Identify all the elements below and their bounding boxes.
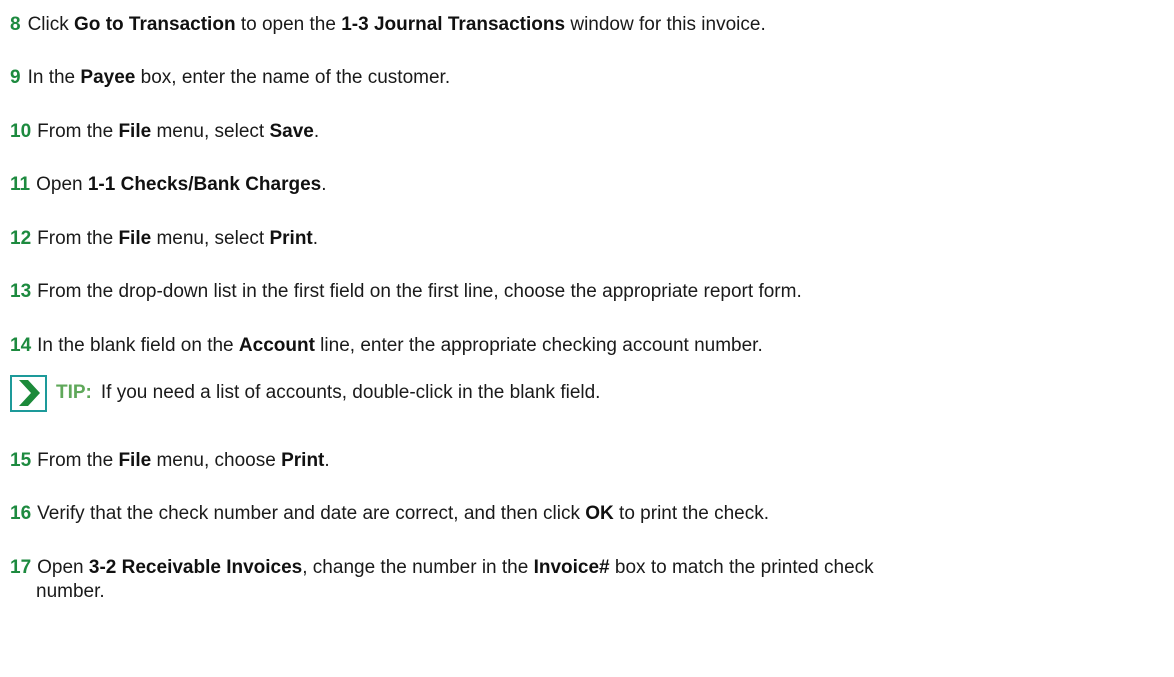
step-text: In the [27,67,81,88]
step-16: 16 Verify that the check number and date … [10,502,769,525]
tip-text: If you need a list of accounts, double-c… [100,382,601,403]
step-text: . [321,174,327,195]
step-text: From the drop-down list in the first fie… [37,281,802,302]
step-text: menu, choose [151,450,282,471]
step-17-continuation: number. [36,581,105,602]
ui-term: Account [238,335,315,356]
chevron-right-icon [10,374,47,412]
step-15: 15 From the File menu, choose Print. [10,449,330,472]
ui-term: File [118,121,152,142]
step-number: 9 [10,67,21,88]
step-text: menu, select [151,121,270,142]
ui-term: Payee [80,67,136,88]
ui-term: Save [269,121,314,142]
step-text: to print the check. [613,503,770,524]
ui-term: File [118,228,152,249]
step-text: box, enter the name of the customer. [135,67,451,88]
step-number: 14 [10,335,32,356]
step-number: 16 [10,503,32,524]
ui-term: 3-2 Receivable Invoices [88,557,303,578]
step-text: box to match the printed check [609,557,874,578]
step-14: 14 In the blank field on the Account line… [10,334,763,357]
ui-term: Invoice# [533,557,610,578]
step-text: . [312,228,319,249]
step-text: From the [37,121,119,142]
step-text: From the [37,450,119,471]
step-11: 11 Open 1-1 Checks/Bank Charges. [10,173,327,196]
step-text: . [324,450,330,471]
step-text: Verify that the check number and date ar… [37,503,586,524]
step-number: 13 [10,281,32,302]
tip-label: TIP: [56,382,92,403]
step-text: line, enter the appropriate checking acc… [314,335,763,356]
step-text: From the [37,228,119,249]
ui-term: 1-3 Journal Transactions [341,14,566,35]
step-number: 15 [10,450,32,471]
step-text: Open [36,174,88,195]
step-number: 17 [10,557,32,578]
step-text: menu, select [151,228,270,249]
step-text: . [313,121,320,142]
step-text: , change the number in the [302,557,534,578]
step-number: 12 [10,228,32,249]
step-number: 11 [10,174,31,195]
tip-callout: TIP: If you need a list of accounts, dou… [10,373,600,413]
step-13: 13 From the drop-down list in the first f… [10,280,802,303]
ui-term: Go to Transaction [74,14,236,35]
ui-term: 1-1 Checks/Bank Charges [87,174,322,195]
step-text: Click [27,14,75,35]
step-text: to open the [235,14,342,35]
step-9: 9 In the Payee box, enter the name of the… [10,66,450,89]
ui-term: Print [281,450,325,471]
step-number: 8 [10,14,21,35]
ui-term: Print [269,228,313,249]
step-12: 12 From the File menu, select Print. [10,227,318,250]
step-text: window for this invoice. [565,14,766,35]
step-text: In the blank field on the [37,335,239,356]
step-text: Open [37,557,89,578]
step-17: 17 Open 3-2 Receivable Invoices, change t… [10,556,874,579]
ui-term: File [118,450,152,471]
step-number: 10 [10,121,32,142]
ui-term: OK [585,503,614,524]
step-8: 8 Click Go to Transaction to open the 1-3… [10,13,766,36]
step-10: 10 From the File menu, select Save. [10,120,319,143]
